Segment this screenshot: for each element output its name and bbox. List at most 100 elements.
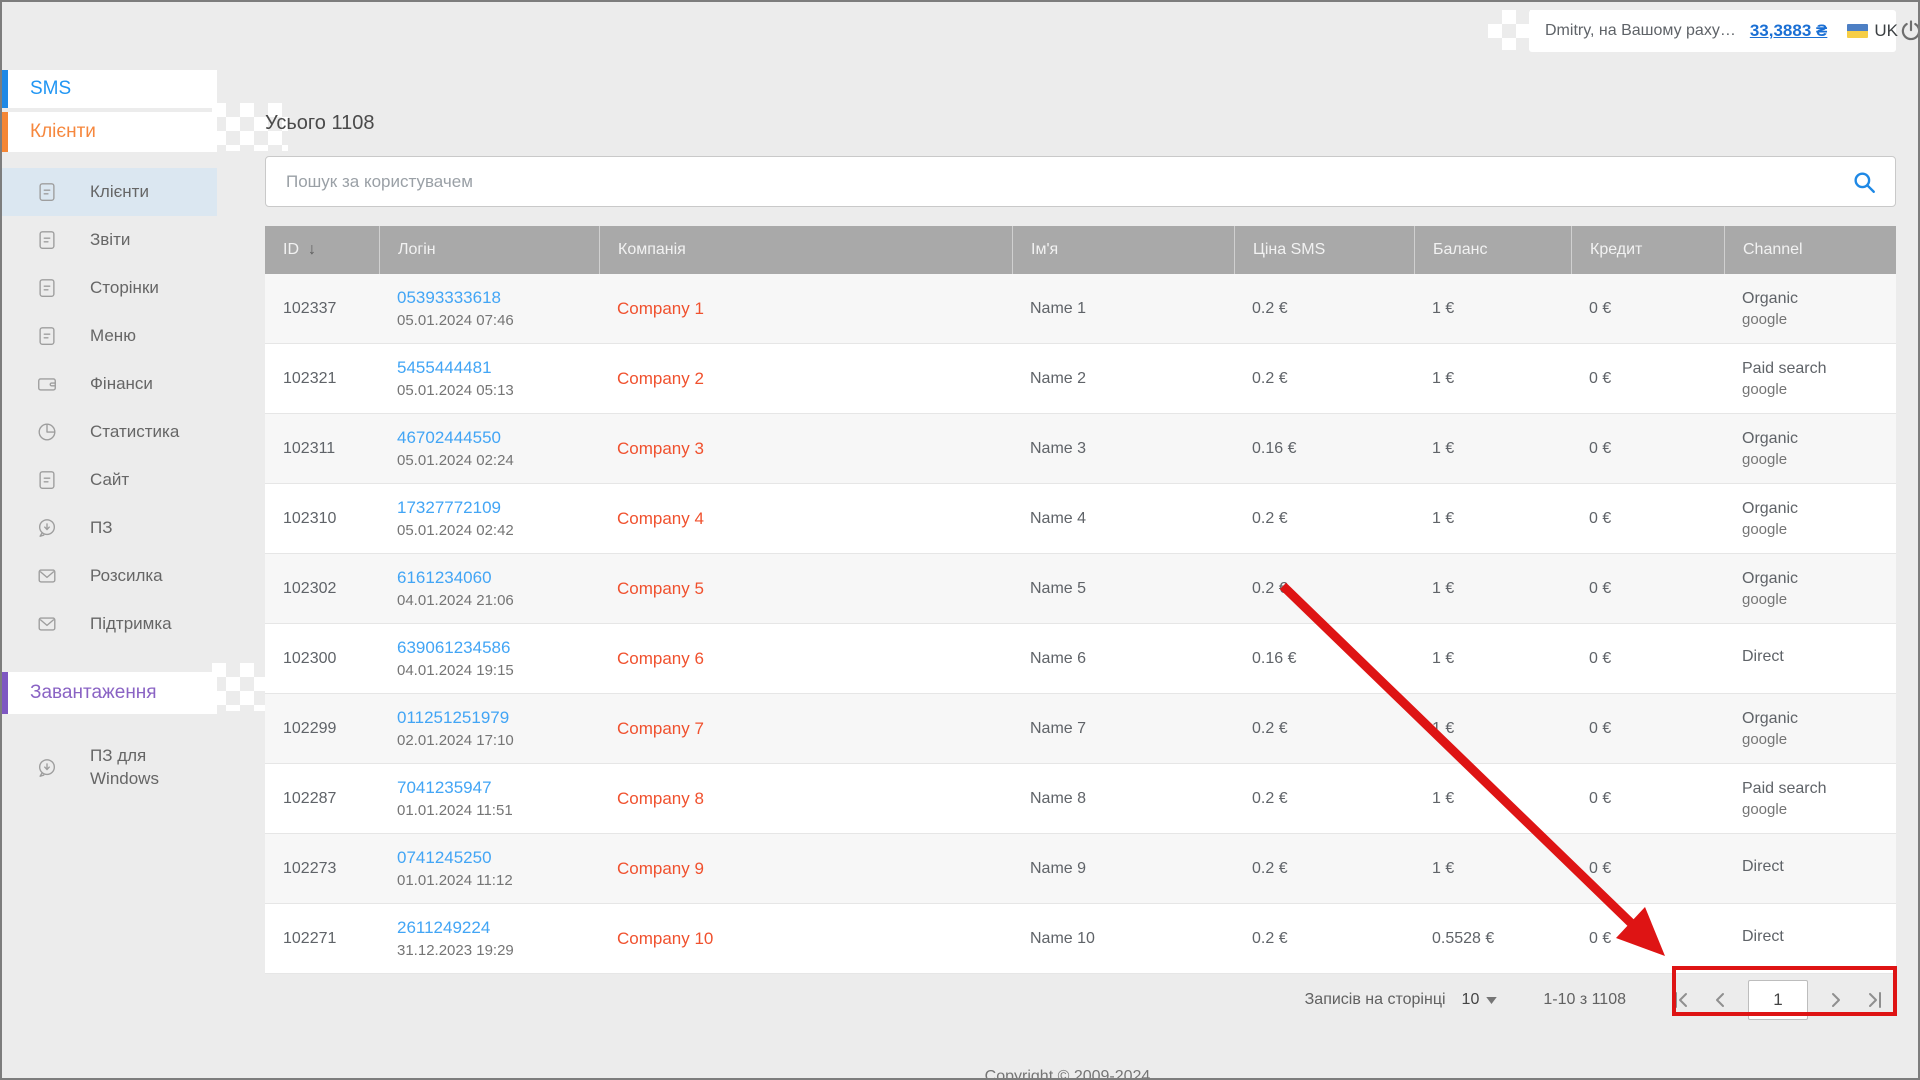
document-icon — [36, 180, 60, 204]
cell-credit: 0 € — [1571, 440, 1724, 458]
login-link[interactable]: 2611249224 — [397, 918, 599, 938]
table-row: 102321545544448105.01.2024 05:13Company … — [265, 344, 1896, 414]
previous-page-icon[interactable] — [1700, 980, 1740, 1020]
column-header-3[interactable]: Ім'я — [1012, 226, 1234, 274]
channel-value: Organic — [1742, 290, 1898, 308]
document-icon — [36, 324, 60, 348]
cell-sms-price: 0.2 € — [1234, 580, 1414, 598]
cell-id: 102311 — [265, 440, 379, 458]
cell-name: Name 1 — [1012, 300, 1234, 318]
company-link[interactable]: Company 5 — [617, 579, 704, 598]
sidebar-section-downloads[interactable]: Завантаження — [2, 672, 217, 714]
company-link[interactable]: Company 4 — [617, 509, 704, 528]
cell-company: Company 6 — [599, 649, 1012, 669]
sidebar-item-site[interactable]: Сайт — [2, 456, 217, 504]
cell-credit: 0 € — [1571, 650, 1724, 668]
sidebar-item-label: Сайт — [90, 470, 129, 490]
cell-name: Name 8 — [1012, 790, 1234, 808]
sidebar-item-mailing[interactable]: Розсилка — [2, 552, 217, 600]
user-account-bar: Dmitry, на Вашому раху… 33,3883 ₴ UK — [1529, 10, 1896, 52]
page-number-input[interactable] — [1748, 980, 1808, 1020]
login-link[interactable]: 7041235947 — [397, 778, 599, 798]
cell-balance: 1 € — [1414, 510, 1571, 528]
cell-name: Name 10 — [1012, 930, 1234, 948]
column-header-7[interactable]: Channel — [1724, 226, 1898, 274]
sidebar-item-clients[interactable]: Клієнти — [2, 168, 217, 216]
column-header-6[interactable]: Кредит — [1571, 226, 1724, 274]
login-date: 01.01.2024 11:12 — [397, 872, 599, 889]
document-icon — [36, 228, 60, 252]
login-link[interactable]: 46702444550 — [397, 428, 599, 448]
table-row: 1023370539333361805.01.2024 07:46Company… — [265, 274, 1896, 344]
search-icon[interactable] — [1851, 169, 1877, 195]
cell-balance: 1 € — [1414, 720, 1571, 738]
column-header-4[interactable]: Ціна SMS — [1234, 226, 1414, 274]
cell-channel: Organicgoogle — [1724, 430, 1898, 468]
last-page-icon[interactable] — [1856, 980, 1896, 1020]
company-link[interactable]: Company 9 — [617, 859, 704, 878]
sidebar-section-clients[interactable]: Клієнти — [2, 112, 217, 152]
login-link[interactable]: 5455444481 — [397, 358, 599, 378]
login-link[interactable]: 05393333618 — [397, 288, 599, 308]
balance-link[interactable]: 33,3883 ₴ — [1750, 21, 1828, 41]
login-link[interactable]: 17327772109 — [397, 498, 599, 518]
ukraine-flag-icon[interactable] — [1847, 24, 1868, 38]
cell-login: 0741245250 01.01.2024 11:12 — [379, 848, 599, 889]
column-header-5[interactable]: Баланс — [1414, 226, 1571, 274]
caret-down-icon — [1486, 997, 1497, 1004]
first-page-icon[interactable] — [1660, 980, 1700, 1020]
envelope-icon — [36, 564, 60, 588]
sidebar-item-menu[interactable]: Меню — [2, 312, 217, 360]
cell-login: 0539333361805.01.2024 07:46 — [379, 288, 599, 329]
sidebar-item-finance[interactable]: Фінанси — [2, 360, 217, 408]
sidebar-item-reports[interactable]: Звіти — [2, 216, 217, 264]
cell-company: Company 1 — [599, 299, 1012, 319]
language-label[interactable]: UK — [1874, 21, 1898, 41]
login-link[interactable]: 639061234586 — [397, 638, 599, 658]
company-link[interactable]: Company 3 — [617, 439, 704, 458]
document-icon — [36, 468, 60, 492]
column-header-0[interactable]: ID↓ — [265, 226, 379, 274]
sidebar-item-software-windows[interactable]: ПЗ для Windows — [2, 736, 217, 800]
cell-sms-price: 0.2 € — [1234, 720, 1414, 738]
company-link[interactable]: Company 2 — [617, 369, 704, 388]
copyright-text: Copyright © 2009-2024 — [217, 1068, 1918, 1080]
sidebar-item-statistics[interactable]: Статистика — [2, 408, 217, 456]
company-link[interactable]: Company 8 — [617, 789, 704, 808]
next-page-icon[interactable] — [1816, 980, 1856, 1020]
login-link[interactable]: 0741245250 — [397, 848, 599, 868]
search-input[interactable] — [284, 171, 1851, 193]
column-header-label: Ім'я — [1031, 241, 1058, 259]
login-link[interactable]: 6161234060 — [397, 568, 599, 588]
cell-id: 102271 — [265, 930, 379, 948]
login-date: 04.01.2024 21:06 — [397, 592, 599, 609]
cell-company: Company 9 — [599, 859, 1012, 879]
sidebar-item-support[interactable]: Підтримка — [2, 600, 217, 648]
company-link[interactable]: Company 1 — [617, 299, 704, 318]
company-link[interactable]: Company 10 — [617, 929, 713, 948]
logout-power-icon[interactable] — [1898, 18, 1920, 44]
table-row: 102273074124525001.01.2024 11:12Company … — [265, 834, 1896, 904]
column-header-2[interactable]: Компанія — [599, 226, 1012, 274]
cell-balance: 0.5528 € — [1414, 930, 1571, 948]
per-page-select[interactable]: 10 — [1462, 991, 1498, 1009]
sidebar-item-pages[interactable]: Сторінки — [2, 264, 217, 312]
company-link[interactable]: Company 7 — [617, 719, 704, 738]
cell-login: 261124922431.12.2023 19:29 — [379, 918, 599, 959]
sidebar-section-sms[interactable]: SMS — [2, 70, 217, 108]
company-link[interactable]: Company 6 — [617, 649, 704, 668]
column-header-1[interactable]: Логін — [379, 226, 599, 274]
channel-value: Paid search — [1742, 360, 1898, 378]
sidebar-item-software[interactable]: ПЗ — [2, 504, 217, 552]
cell-login: 1732777210905.01.2024 02:42 — [379, 498, 599, 539]
cell-company: Company 4 — [599, 509, 1012, 529]
cell-channel: Organicgoogle — [1724, 500, 1898, 538]
channel-value: Organic — [1742, 500, 1898, 518]
table-row: 10229901125125197902.01.2024 17:10Compan… — [265, 694, 1896, 764]
cell-sms-price: 0.2 € — [1234, 370, 1414, 388]
cell-credit: 0 € — [1571, 790, 1724, 808]
cell-name: Name 3 — [1012, 440, 1234, 458]
login-link[interactable]: 011251251979 — [397, 708, 599, 728]
sidebar-item-label: Підтримка — [90, 614, 172, 634]
login-date: 05.01.2024 02:24 — [397, 452, 599, 469]
